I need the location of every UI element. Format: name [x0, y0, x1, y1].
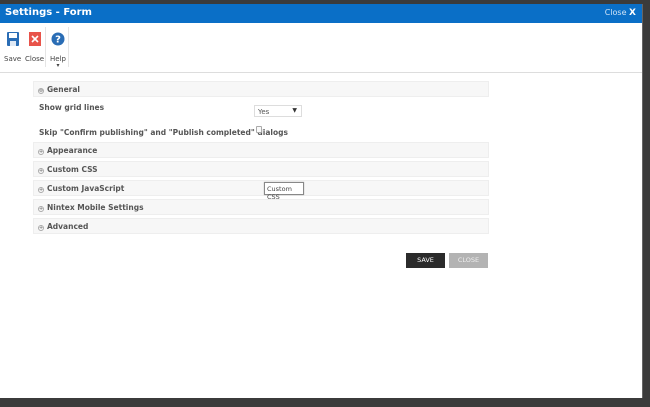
- title-bar: Settings - Form Close X: [0, 4, 642, 23]
- select-value: Yes: [258, 108, 270, 116]
- dialog-title: Settings - Form: [5, 7, 92, 18]
- close-icon: [28, 32, 41, 46]
- help-icon: ?: [51, 32, 65, 46]
- save-button[interactable]: SAVE: [406, 253, 445, 268]
- show-grid-lines-select[interactable]: Yes ▼: [254, 105, 302, 117]
- section-general[interactable]: ⊖ General: [33, 81, 489, 97]
- svg-text:?: ?: [55, 35, 61, 46]
- save-icon: [6, 32, 19, 46]
- section-label: Custom JavaScript: [47, 184, 125, 193]
- expand-icon: +: [38, 225, 44, 231]
- save-tool-button[interactable]: Save: [4, 31, 21, 63]
- collapse-icon: ⊖: [38, 88, 44, 94]
- close-icon: X: [629, 8, 636, 18]
- ribbon-toolbar: Save Close ? Help ▾: [0, 23, 642, 73]
- section-label: Advanced: [47, 222, 89, 231]
- skip-dialogs-checkbox[interactable]: [256, 126, 262, 133]
- section-label: Appearance: [47, 146, 98, 155]
- save-label: Save: [4, 55, 22, 63]
- skip-dialogs-label: Skip "Confirm publishing" and "Publish c…: [39, 128, 288, 137]
- dropdown-arrow-icon: ▼: [292, 107, 297, 114]
- close-label: Close: [604, 8, 627, 17]
- section-appearance[interactable]: + Appearance: [33, 142, 489, 158]
- tooltip: Custom CSS: [264, 182, 304, 201]
- section-label: Nintex Mobile Settings: [47, 203, 144, 212]
- section-custom-javascript[interactable]: + Custom JavaScript: [33, 180, 489, 196]
- toolbar-divider: [68, 27, 69, 67]
- expand-icon: +: [38, 187, 44, 193]
- section-label: Custom CSS: [47, 165, 98, 174]
- expand-icon: +: [38, 168, 44, 174]
- section-custom-css[interactable]: + Custom CSS: [33, 161, 489, 177]
- expand-icon: +: [38, 206, 44, 212]
- section-label: General: [47, 85, 80, 94]
- expand-icon: +: [38, 149, 44, 155]
- close-tool-button[interactable]: Close: [25, 31, 44, 63]
- close-button[interactable]: CLOSE: [449, 253, 488, 268]
- section-nintex-mobile-settings[interactable]: + Nintex Mobile Settings: [33, 199, 489, 215]
- settings-dialog: Settings - Form Close X Save Close ? Hel…: [0, 4, 643, 398]
- dropdown-arrow-icon: ▾: [56, 62, 60, 69]
- show-grid-lines-label: Show grid lines: [39, 103, 105, 112]
- close-label: Close: [25, 55, 45, 63]
- title-close-button[interactable]: Close X: [605, 8, 636, 18]
- toolbar-divider: [45, 27, 46, 67]
- help-tool-button[interactable]: ? Help ▾: [50, 31, 66, 69]
- section-advanced[interactable]: + Advanced: [33, 218, 489, 234]
